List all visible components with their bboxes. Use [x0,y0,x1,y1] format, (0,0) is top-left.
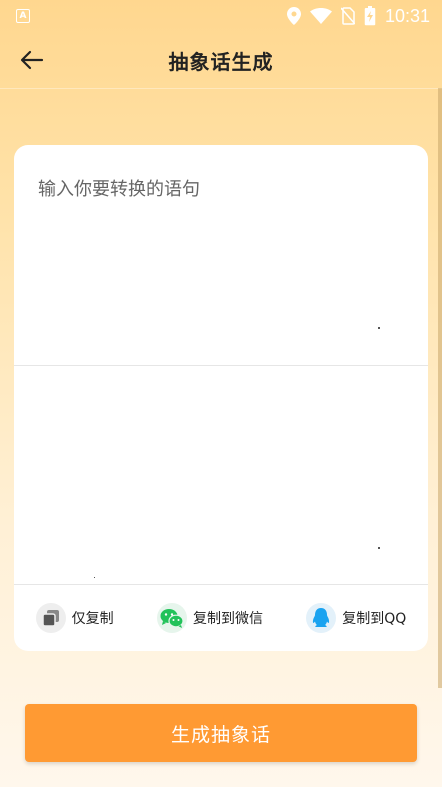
no-sim-icon [340,7,355,25]
output-resize-handle [378,547,380,549]
copy-icon [35,603,66,633]
copy-to-wechat-label: 复制到微信 [192,611,263,627]
page-title: 抽象话生成 [168,49,274,74]
editor-card: 仅复制 复制到微信 [14,145,428,651]
clock-time: 10:31 [384,5,430,26]
copy-to-qq-label: 复制到QQ [342,611,407,627]
generate-button-label: 生成抽象话 [170,724,271,746]
status-bar: A 10:31 [0,0,442,32]
location-icon [286,7,301,25]
qq-icon [306,603,337,633]
arrow-left-icon [20,50,44,70]
wifi-icon [309,8,332,24]
battery-charging-icon [364,6,376,26]
copy-to-qq-button[interactable]: 复制到QQ [306,603,406,633]
scrollbar[interactable] [438,88,442,688]
result-output[interactable] [14,366,428,584]
copy-actions-bar: 仅复制 复制到微信 复制到QQ [14,585,428,651]
back-button[interactable] [14,44,50,76]
copy-to-wechat-button[interactable]: 复制到微信 [156,603,263,633]
source-text-input[interactable] [14,145,428,365]
wechat-icon [156,603,187,633]
copy-only-button[interactable]: 仅复制 [35,603,114,633]
text-cursor-mark [94,577,95,578]
app-bar: 抽象话生成 [0,32,442,89]
input-resize-handle [378,327,380,329]
copy-only-label: 仅复制 [71,611,114,627]
app-notification-icon: A [16,9,30,23]
generate-button[interactable]: 生成抽象话 [25,704,417,762]
